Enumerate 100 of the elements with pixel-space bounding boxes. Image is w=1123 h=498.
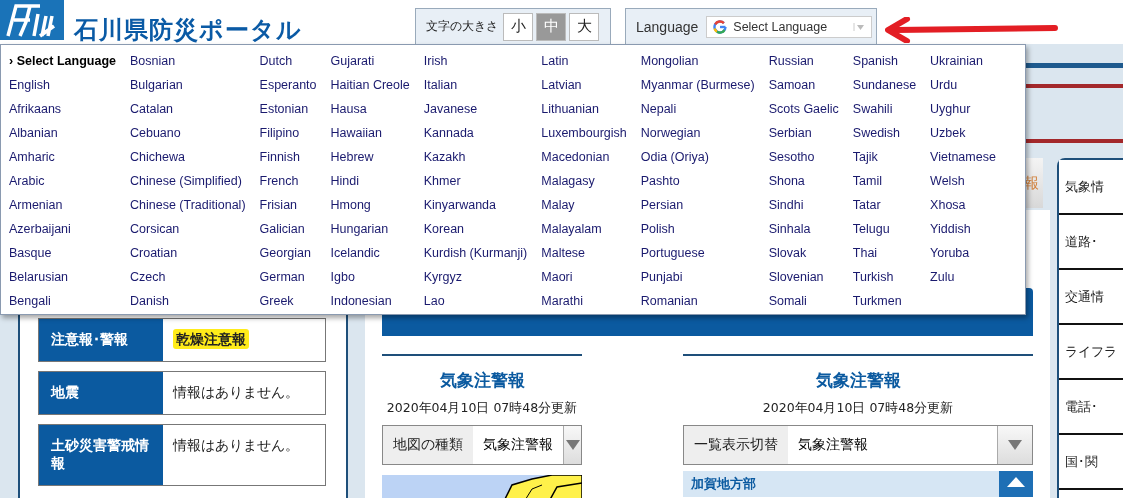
language-option[interactable]: Luxembourgish <box>541 121 627 145</box>
language-option[interactable]: French <box>259 169 317 193</box>
nav-item[interactable]: 気象情 <box>1059 160 1123 215</box>
language-option[interactable]: Malayalam <box>541 217 627 241</box>
collapse-button[interactable] <box>999 471 1033 497</box>
language-option[interactable]: Zulu <box>930 265 996 289</box>
language-option[interactable]: Vietnamese <box>930 145 996 169</box>
language-option[interactable]: Khmer <box>423 169 528 193</box>
language-option[interactable]: Lithuanian <box>541 97 627 121</box>
language-option[interactable]: Turkish <box>852 265 917 289</box>
language-option[interactable]: Marathi <box>541 289 627 313</box>
language-option[interactable]: Serbian <box>768 121 839 145</box>
language-option[interactable]: Welsh <box>930 169 996 193</box>
language-option[interactable]: Chinese (Simplified) <box>130 169 246 193</box>
view-select[interactable]: 地図の種類 気象注警報 <box>382 425 582 465</box>
language-option[interactable]: Sesotho <box>768 145 839 169</box>
language-option[interactable]: Swahili <box>852 97 917 121</box>
language-option[interactable]: Danish <box>130 289 246 313</box>
language-option[interactable]: Hungarian <box>330 217 410 241</box>
language-option[interactable]: Igbo <box>330 265 410 289</box>
language-option[interactable]: Hindi <box>330 169 410 193</box>
language-option[interactable]: Swedish <box>852 121 917 145</box>
language-option[interactable]: Nepali <box>640 97 755 121</box>
language-option[interactable]: Urdu <box>930 73 996 97</box>
language-option[interactable]: Yiddish <box>930 217 996 241</box>
language-option[interactable]: Kyrgyz <box>423 265 528 289</box>
language-option[interactable]: Hawaiian <box>330 121 410 145</box>
font-size-button[interactable]: 大 <box>569 12 599 41</box>
language-option[interactable]: Georgian <box>259 241 317 265</box>
language-option[interactable]: Bulgarian <box>130 73 246 97</box>
language-option[interactable]: Punjabi <box>640 265 755 289</box>
language-option[interactable]: Portuguese <box>640 241 755 265</box>
language-option[interactable]: Persian <box>640 193 755 217</box>
language-option[interactable]: Belarusian <box>9 265 116 289</box>
language-option[interactable]: Odia (Oriya) <box>640 145 755 169</box>
language-select[interactable]: Select Language <box>706 15 873 38</box>
language-option[interactable]: Bosnian <box>130 49 246 73</box>
language-option[interactable]: Azerbaijani <box>9 217 116 241</box>
language-option[interactable]: Dutch <box>259 49 317 73</box>
language-option[interactable]: Italian <box>423 73 528 97</box>
language-option[interactable]: Kurdish (Kurmanji) <box>423 241 528 265</box>
language-option[interactable]: Javanese <box>423 97 528 121</box>
language-option[interactable]: Polish <box>640 217 755 241</box>
language-option[interactable]: Ukrainian <box>930 49 996 73</box>
language-option[interactable]: Finnish <box>259 145 317 169</box>
language-option[interactable]: Norwegian <box>640 121 755 145</box>
language-option[interactable]: Afrikaans <box>9 97 116 121</box>
language-option[interactable]: Sinhala <box>768 217 839 241</box>
language-option[interactable]: Shona <box>768 169 839 193</box>
language-option[interactable]: Filipino <box>259 121 317 145</box>
language-option[interactable]: Turkmen <box>852 289 917 313</box>
language-option[interactable]: Maori <box>541 265 627 289</box>
language-option[interactable]: Maltese <box>541 241 627 265</box>
language-option[interactable]: Sundanese <box>852 73 917 97</box>
language-option[interactable]: Gujarati <box>330 49 410 73</box>
language-option[interactable]: Kazakh <box>423 145 528 169</box>
language-option[interactable]: Galician <box>259 217 317 241</box>
language-option[interactable]: Yoruba <box>930 241 996 265</box>
language-option[interactable]: Bengali <box>9 289 116 313</box>
language-option[interactable]: › Select Language <box>9 49 116 73</box>
language-option[interactable]: German <box>259 265 317 289</box>
font-size-button[interactable]: 小 <box>503 12 533 41</box>
language-option[interactable]: Corsican <box>130 217 246 241</box>
language-option[interactable]: Slovak <box>768 241 839 265</box>
language-option[interactable]: Estonian <box>259 97 317 121</box>
language-option[interactable]: Frisian <box>259 193 317 217</box>
view-select[interactable]: 一覧表示切替 気象注警報 <box>683 425 1033 465</box>
language-option[interactable]: Samoan <box>768 73 839 97</box>
language-option[interactable]: Tamil <box>852 169 917 193</box>
language-option[interactable]: Hebrew <box>330 145 410 169</box>
language-option[interactable]: Icelandic <box>330 241 410 265</box>
language-option[interactable]: Latvian <box>541 73 627 97</box>
language-option[interactable]: Hmong <box>330 193 410 217</box>
language-option[interactable]: Indonesian <box>330 289 410 313</box>
language-option[interactable]: Sindhi <box>768 193 839 217</box>
language-option[interactable]: Korean <box>423 217 528 241</box>
language-option[interactable]: Uyghur <box>930 97 996 121</box>
language-option[interactable]: Kannada <box>423 121 528 145</box>
language-option[interactable]: Hausa <box>330 97 410 121</box>
language-option[interactable]: Chichewa <box>130 145 246 169</box>
language-option[interactable]: Lao <box>423 289 528 313</box>
language-option[interactable]: Macedonian <box>541 145 627 169</box>
language-option[interactable]: English <box>9 73 116 97</box>
language-option[interactable]: Albanian <box>9 121 116 145</box>
language-option[interactable]: Haitian Creole <box>330 73 410 97</box>
language-option[interactable]: Amharic <box>9 145 116 169</box>
language-option[interactable]: Esperanto <box>259 73 317 97</box>
language-option[interactable]: Irish <box>423 49 528 73</box>
language-option[interactable]: Arabic <box>9 169 116 193</box>
language-option[interactable]: Greek <box>259 289 317 313</box>
language-option[interactable]: Scots Gaelic <box>768 97 839 121</box>
language-option[interactable]: Telugu <box>852 217 917 241</box>
language-option[interactable]: Czech <box>130 265 246 289</box>
language-option[interactable]: Thai <box>852 241 917 265</box>
language-option[interactable]: Malagasy <box>541 169 627 193</box>
language-option[interactable]: Tajik <box>852 145 917 169</box>
language-option[interactable]: Malay <box>541 193 627 217</box>
language-option[interactable]: Croatian <box>130 241 246 265</box>
language-option[interactable]: Chinese (Traditional) <box>130 193 246 217</box>
language-option[interactable]: Slovenian <box>768 265 839 289</box>
